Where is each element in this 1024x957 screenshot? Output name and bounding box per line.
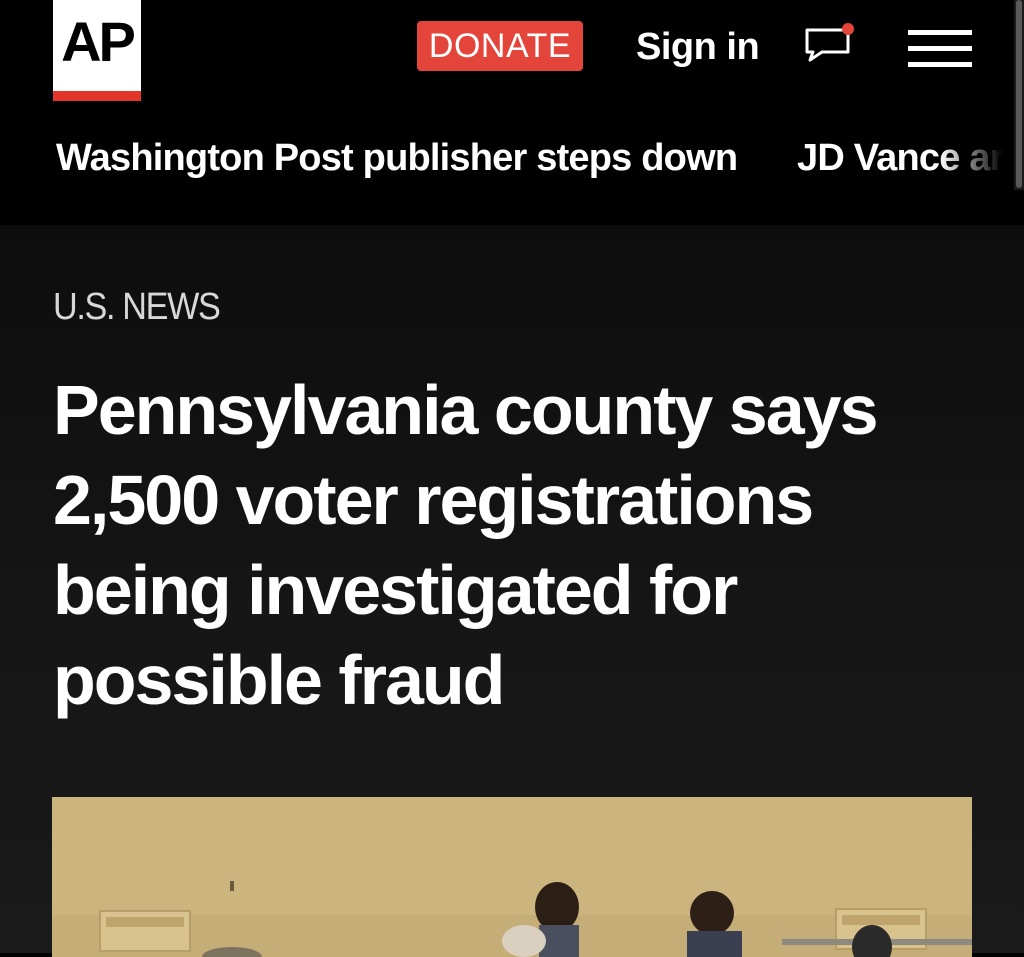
article-lead-image[interactable] [52,797,972,957]
article-headline: Pennsylvania county says 2,500 voter reg… [53,371,879,719]
logo-text: AP [61,10,136,73]
trending-fade [940,123,1014,193]
notification-dot [842,23,854,35]
chat-bubble-icon[interactable] [804,22,856,64]
scrollbar-thumb[interactable] [1016,0,1022,188]
trending-link-1[interactable]: Washington Post publisher steps down [56,133,738,183]
donate-button[interactable]: DONATE [417,21,583,71]
hamburger-menu-icon[interactable] [908,30,972,70]
article-area: U.S. NEWS Pennsylvania county says 2,500… [0,225,1024,957]
ap-logo[interactable]: AP [53,0,141,101]
sign-in-link[interactable]: Sign in [636,22,760,72]
section-label[interactable]: U.S. NEWS [53,285,221,329]
trending-bar: Washington Post publisher steps down JD … [0,103,1014,225]
logo-red-bar [53,91,141,101]
site-header: AP DONATE Sign in [0,0,1024,103]
